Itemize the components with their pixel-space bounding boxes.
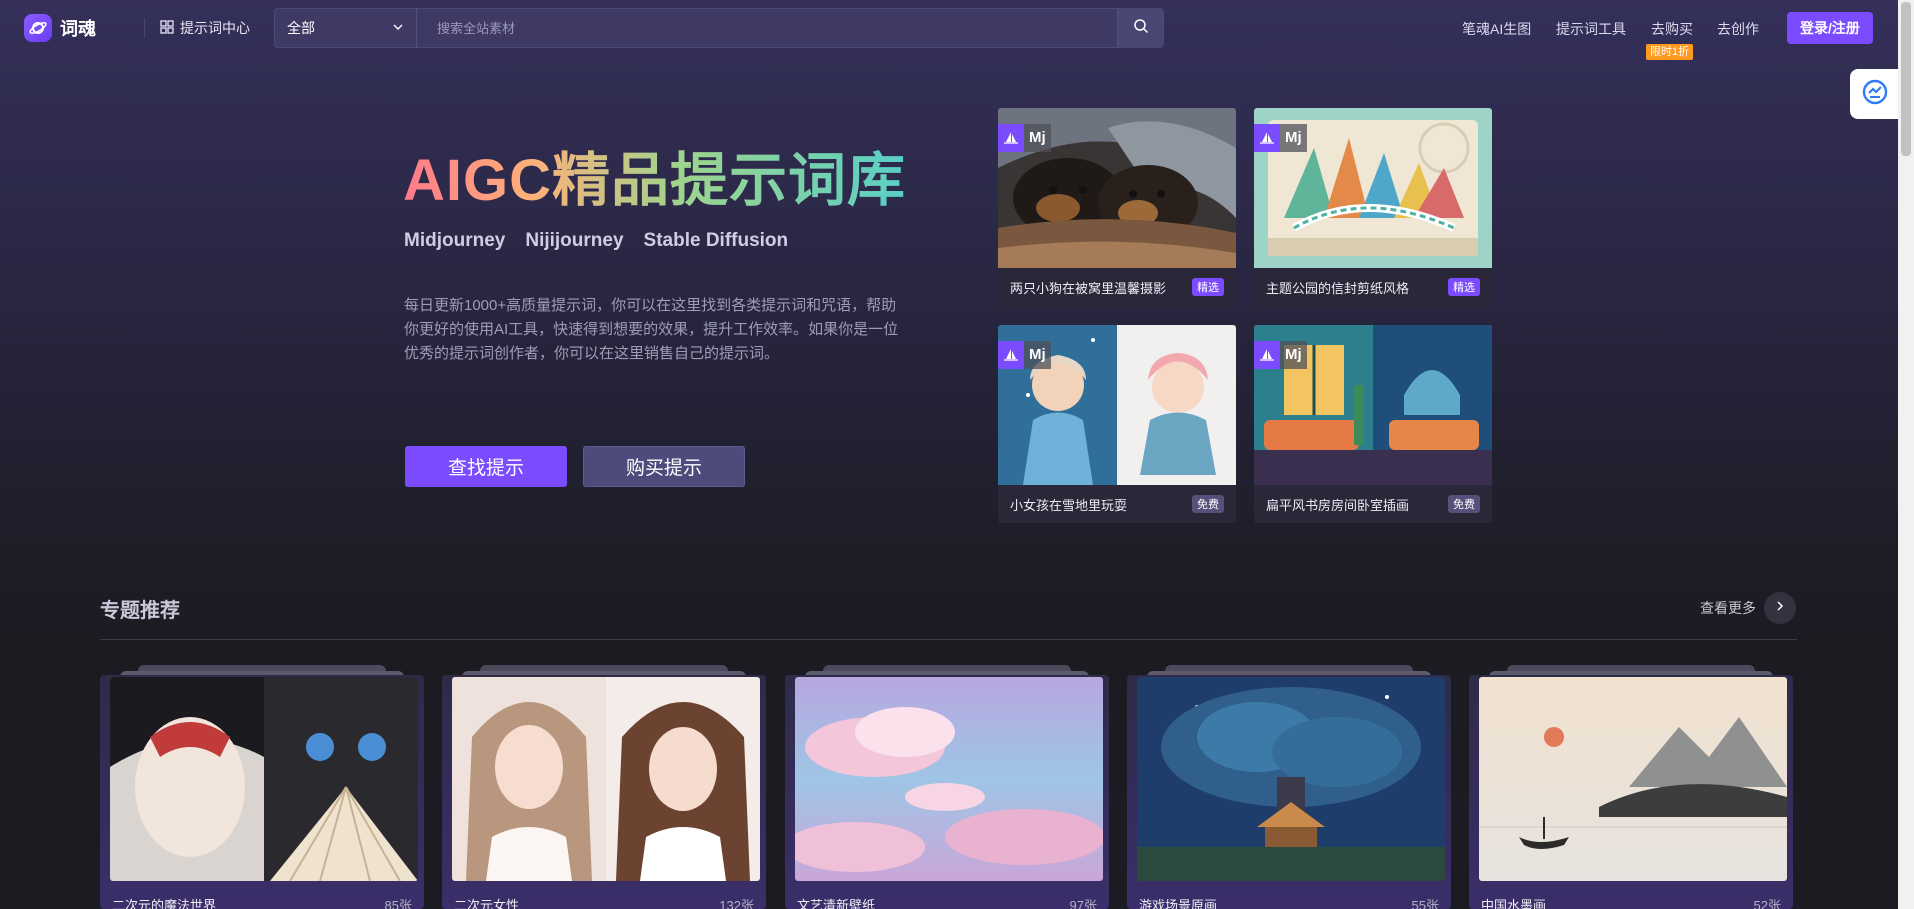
site-logo[interactable]: 词魂 [24, 14, 96, 42]
anime-magic-image [110, 677, 418, 881]
promo-badge: 限时1折 [1646, 44, 1694, 60]
prompt-center-link[interactable]: 提示词中心 [160, 18, 250, 38]
card-title: 小女孩在雪地里玩耍 [1010, 497, 1128, 513]
prompt-center-label: 提示词中心 [180, 20, 250, 36]
topic-name: 二次元的魔法世界 [112, 898, 217, 909]
sailboat-icon [998, 124, 1024, 152]
section-divider [100, 639, 1797, 640]
hero-description: 每日更新1000+高质量提示词，你可以在这里找到各类提示词和咒语，帮助你更好的使… [404, 297, 899, 362]
topic-count: 97张 [1069, 898, 1097, 909]
card-footer: 扁平风书房房间卧室插画 免费 [1254, 485, 1492, 523]
mj-badge: Mj [998, 341, 1051, 369]
game-scene-image [1137, 677, 1445, 881]
topic-name: 二次元女性 [454, 898, 520, 909]
card-tag: 免费 [1448, 495, 1480, 513]
topic-card[interactable]: 文艺清新壁纸 97张 [785, 655, 1109, 909]
nav-prompt-tools[interactable]: 提示词工具 [1556, 19, 1626, 39]
search-scope-value: 全部 [287, 20, 315, 36]
subtitle-stable-diffusion: Stable Diffusion [643, 230, 789, 251]
pastel-sky-image [795, 677, 1103, 881]
chevron-right-icon [1774, 599, 1786, 617]
model-label: Mj [1024, 341, 1051, 369]
card-footer: 小女孩在雪地里玩耍 免费 [998, 485, 1236, 523]
topic-card[interactable]: 二次元的魔法世界 85张 [100, 655, 424, 909]
top-header: 词魂 提示词中心 全部 笔魂AI生图 提示词工具 去购买 去创作 限时1折 登录… [0, 0, 1898, 60]
featured-card[interactable]: Mj 小女孩在雪地里玩耍 免费 [998, 325, 1236, 523]
sailboat-icon [998, 341, 1024, 369]
header-divider [144, 18, 145, 38]
sailboat-icon [1254, 341, 1280, 369]
featured-card[interactable]: Mj 主题公园的信封剪纸风格 精选 [1254, 108, 1492, 306]
topic-count: 52张 [1753, 898, 1781, 909]
view-more-link[interactable]: 查看更多 [1700, 598, 1756, 618]
hero-subtitle: Midjourney Nijijourney Stable Diffusion [404, 230, 788, 252]
nav-buy[interactable]: 去购买 [1651, 19, 1693, 39]
search-icon [1133, 18, 1149, 39]
topic-card[interactable]: 二次元女性 132张 [442, 655, 766, 909]
search-input[interactable] [417, 9, 1117, 47]
planet-icon [24, 14, 52, 42]
nav-ai-image[interactable]: 笔魂AI生图 [1462, 19, 1531, 39]
featured-card[interactable]: Mj 扁平风书房房间卧室插画 免费 [1254, 325, 1492, 523]
card-title: 主题公园的信封剪纸风格 [1266, 280, 1410, 296]
card-title: 扁平风书房房间卧室插画 [1266, 497, 1410, 513]
hero-title: AIGC精品提示词库 [403, 146, 906, 216]
card-tag: 免费 [1192, 495, 1224, 513]
mj-badge: Mj [998, 124, 1051, 152]
search-scope-select[interactable]: 全部 [275, 9, 417, 47]
floating-assistant-button[interactable] [1850, 69, 1900, 119]
card-tag: 精选 [1448, 278, 1480, 296]
buy-prompt-button[interactable]: 购买提示 [583, 446, 745, 487]
nav-create[interactable]: 去创作 [1717, 19, 1759, 39]
topic-card[interactable]: 游戏场景原画 55张 [1127, 655, 1451, 909]
subtitle-midjourney: Midjourney [404, 230, 506, 251]
scrollbar-thumb[interactable] [1901, 2, 1911, 156]
topic-name: 中国水墨画 [1481, 898, 1547, 909]
topic-name: 文艺清新壁纸 [797, 898, 876, 909]
card-title: 两只小狗在被窝里温馨摄影 [1010, 280, 1167, 296]
model-label: Mj [1280, 124, 1307, 152]
topic-count: 85张 [384, 898, 412, 909]
find-prompt-button[interactable]: 查找提示 [405, 446, 567, 487]
model-label: Mj [1280, 341, 1307, 369]
card-footer: 主题公园的信封剪纸风格 精选 [1254, 268, 1492, 306]
login-button[interactable]: 登录/注册 [1787, 12, 1873, 44]
grid-icon [160, 19, 174, 37]
mj-badge: Mj [1254, 124, 1307, 152]
sailboat-icon [1254, 124, 1280, 152]
view-more-button[interactable] [1764, 592, 1796, 624]
topic-card[interactable]: 中国水墨画 52张 [1469, 655, 1793, 909]
ink-painting-image [1479, 677, 1787, 881]
topic-count: 55张 [1411, 898, 1439, 909]
model-label: Mj [1024, 124, 1051, 152]
topics-section-title: 专题推荐 [100, 600, 180, 622]
subtitle-nijijourney: Nijijourney [525, 230, 624, 251]
search-bar: 全部 [274, 8, 1164, 48]
topic-count: 132张 [719, 898, 754, 909]
topic-name: 游戏场景原画 [1139, 898, 1218, 909]
chevron-down-icon [392, 20, 404, 36]
anime-women-image [452, 677, 760, 881]
translate-icon [1861, 78, 1889, 111]
card-tag: 精选 [1192, 278, 1224, 296]
search-button[interactable] [1117, 9, 1163, 47]
featured-card[interactable]: Mj 两只小狗在被窝里温馨摄影 精选 [998, 108, 1236, 306]
logo-text: 词魂 [60, 19, 96, 39]
card-footer: 两只小狗在被窝里温馨摄影 精选 [998, 268, 1236, 306]
mj-badge: Mj [1254, 341, 1307, 369]
